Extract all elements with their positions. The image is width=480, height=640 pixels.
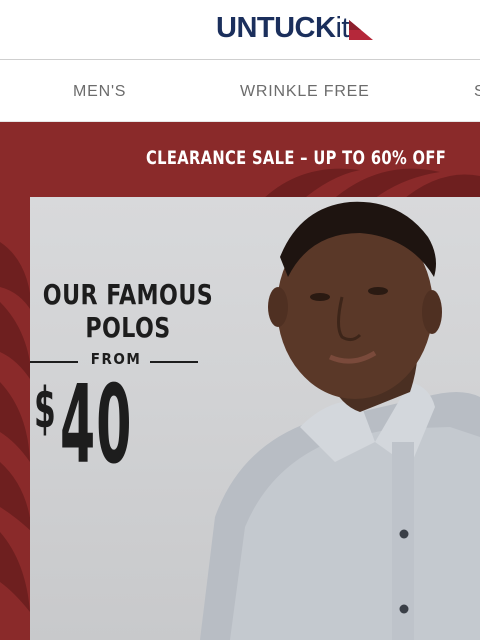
promo-headline[interactable]: CLEARANCE SALE – UP TO 60% OFF xyxy=(146,147,446,169)
hero-banner[interactable]: CLEARANCE SALE – UP TO 60% OFF OUR FAMOU… xyxy=(0,122,480,640)
price-value: 40 xyxy=(60,363,133,488)
nav-item-truncated[interactable]: S xyxy=(474,83,480,101)
hero-headline: OUR FAMOUS POLOS xyxy=(42,278,214,344)
main-nav: MEN'S WRINKLE FREE S xyxy=(0,61,480,122)
site-header: UNTUCKit xyxy=(0,0,480,60)
palm-leaf-decoration-left xyxy=(0,242,32,612)
divider-line-right xyxy=(150,361,198,363)
brand-logo[interactable]: UNTUCKit xyxy=(216,12,375,44)
nav-item-mens[interactable]: MEN'S xyxy=(73,83,126,101)
price-currency: $ xyxy=(34,376,56,441)
headline-line-2: POLOS xyxy=(85,311,171,344)
nav-item-wrinkle-free[interactable]: WRINKLE FREE xyxy=(240,83,370,101)
headline-line-1: OUR FAMOUS xyxy=(42,278,214,311)
logo-wordmark: UNTUCKit xyxy=(216,12,349,44)
logo-flag-icon xyxy=(348,20,373,40)
